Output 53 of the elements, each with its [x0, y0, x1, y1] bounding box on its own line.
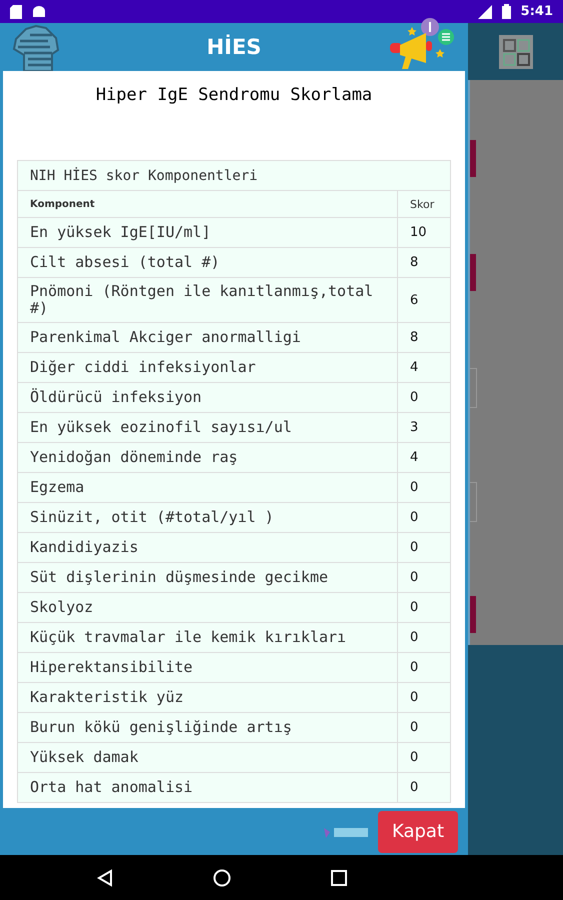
column-header: Komponent — [18, 190, 398, 218]
table-cell: 0 — [398, 532, 450, 562]
app-title: HİES — [206, 35, 262, 59]
table-cell: 0 — [398, 502, 450, 532]
table-cell: Parenkimal Akciger anormalligi — [18, 322, 398, 352]
table-cell: 0 — [398, 592, 450, 622]
table-cell: 0 — [398, 682, 450, 712]
logo-icon — [324, 826, 368, 838]
table-cell: Karakteristik yüz — [18, 682, 398, 712]
table-cell: Skolyoz — [18, 592, 398, 622]
table-cell: 4 — [398, 442, 450, 472]
table-cell: En yüksek IgE[IU/ml] — [18, 218, 398, 248]
table-cell: 0 — [398, 742, 450, 772]
table-cell: 6 — [398, 278, 450, 322]
table-cell: 0 — [398, 472, 450, 502]
table-cell: Yenidoğan döneminde raş — [18, 442, 398, 472]
back-icon[interactable] — [96, 868, 112, 886]
table-caption: NIH HİES skor Komponentleri — [18, 160, 450, 190]
table-cell: 0 — [398, 562, 450, 592]
grid-icon[interactable] — [498, 34, 532, 68]
battery-icon — [502, 4, 511, 19]
close-button[interactable]: Kapat — [378, 810, 458, 852]
signal-icon — [478, 4, 492, 18]
table-cell: 0 — [398, 652, 450, 682]
table-cell: Küçük travmalar ile kemik kırıkları — [18, 622, 398, 652]
table-cell: 0 — [398, 712, 450, 742]
table-cell: Kandidiyazis — [18, 532, 398, 562]
recents-icon[interactable] — [330, 870, 346, 886]
sd-card-icon — [10, 4, 22, 18]
table-cell: 0 — [398, 772, 450, 802]
table-cell: 8 — [398, 248, 450, 278]
table-cell: Sinüzit, otit (#total/yıl ) — [18, 502, 398, 532]
table-cell: Diğer ciddi infeksiyonlar — [18, 352, 398, 382]
table-cell: Hiperektansibilite — [18, 652, 398, 682]
table-cell: Orta hat anomalisi — [18, 772, 398, 802]
clock: 5:41 — [520, 4, 553, 19]
table-cell: Cilt absesi (total #) — [18, 248, 398, 278]
table-cell: Pnömoni (Röntgen ile kanıtlanmış,total #) — [18, 278, 398, 322]
table-cell: 3 — [398, 412, 450, 442]
table-cell: Burun kökü genişliğinde artış — [18, 712, 398, 742]
table-cell: En yüksek eozinofil sayısı/ul — [18, 412, 398, 442]
table-cell: 0 — [398, 382, 450, 412]
dialog-title: Hiper IgE Sendromu Skorlama — [96, 85, 372, 107]
table-cell: Yüksek damak — [18, 742, 398, 772]
table-cell: 0 — [398, 622, 450, 652]
table-cell: Süt dişlerinin düşmesinde gecikme — [18, 562, 398, 592]
column-header: Skor — [398, 190, 450, 218]
table-cell: 8 — [398, 322, 450, 352]
table-cell: Egzema — [18, 472, 398, 502]
table-cell: Öldürücü infeksiyon — [18, 382, 398, 412]
home-icon[interactable] — [212, 868, 230, 886]
table-cell: 10 — [398, 218, 450, 248]
table-cell: 4 — [398, 352, 450, 382]
